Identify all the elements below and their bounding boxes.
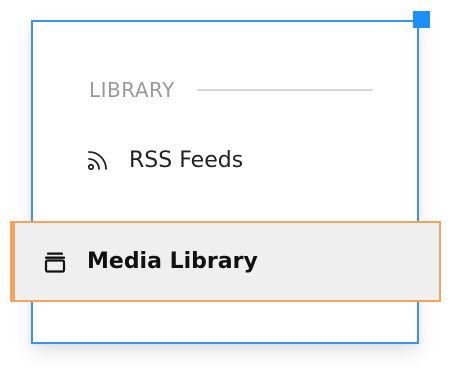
media-library-icon [43, 250, 67, 274]
nav-item-label: RSS Feeds [129, 147, 244, 173]
nav-item-rss-feeds[interactable]: RSS Feeds [86, 140, 386, 180]
nav-item-label: Media Library [87, 249, 258, 274]
nav-item-media-library[interactable]: Media Library [10, 221, 441, 302]
section-header: LIBRARY [89, 76, 379, 104]
section-title: LIBRARY [89, 78, 175, 102]
rss-icon [86, 148, 110, 172]
stage: LIBRARY RSS Feeds Media Library [0, 0, 453, 386]
section-divider [196, 89, 373, 91]
resize-handle[interactable] [413, 11, 430, 28]
